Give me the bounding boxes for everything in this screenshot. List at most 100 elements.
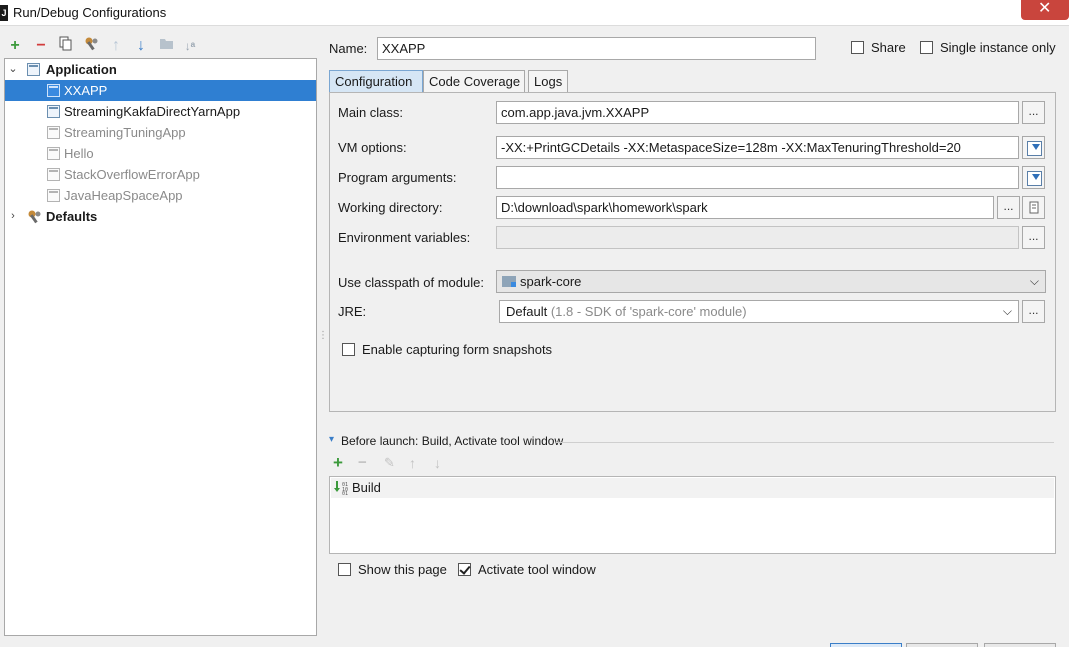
before-launch-toolbar: + − ✎ ↑ ↓ [333,453,463,475]
jre-select[interactable]: Default (1.8 - SDK of 'spark-core' modul… [499,300,1019,323]
show-page-checkbox[interactable] [338,563,351,576]
before-launch-task-list: 01 10 01 Build [329,476,1056,554]
working-directory-label: Working directory: [338,200,443,215]
working-directory-macro-button[interactable] [1022,196,1045,219]
tree-item-label: StreamingTuningApp [64,125,186,140]
ok-button[interactable] [830,643,902,647]
window-title: Run/Debug Configurations [13,5,167,20]
enable-snapshots-label: Enable capturing form snapshots [362,342,553,357]
chevron-right-icon[interactable]: › [7,206,19,227]
task-label: Build [352,480,381,495]
chevron-down-icon: ⌵ [1002,304,1012,318]
single-instance-label: Single instance only [940,40,1056,55]
activate-tool-window-checkbox[interactable] [458,563,471,576]
cancel-button[interactable] [906,643,978,647]
run-config-icon [47,189,60,202]
tree-item-label: Hello [64,146,94,161]
single-instance-checkbox[interactable] [920,41,933,54]
add-configuration-button[interactable]: + [5,36,25,56]
app-icon: J [0,5,8,21]
tree-item-stackoverflowerrorapp[interactable]: StackOverflowErrorApp [5,164,316,185]
jre-label: JRE: [338,304,367,319]
application-icon [27,63,40,76]
close-button[interactable]: ✕ [1021,0,1069,20]
close-icon: ✕ [1038,0,1052,17]
tree-node-label: Application [46,62,117,77]
vm-options-expand-button[interactable] [1022,136,1045,159]
remove-configuration-button[interactable]: − [31,36,51,56]
move-down-button[interactable]: ↓ [131,36,151,56]
chevron-down-icon: ⌵ [1029,274,1039,288]
run-config-icon [47,126,60,139]
remove-task-button[interactable]: − [358,454,367,471]
enable-snapshots-checkbox[interactable] [342,343,355,356]
environment-variables-label: Environment variables: [338,230,471,245]
program-arguments-label: Program arguments: [338,170,457,185]
before-launch-title: Before launch: Build, Activate tool wind… [341,434,564,448]
working-directory-browse-button[interactable]: ... [997,196,1020,219]
tree-item-label: XXAPP [64,83,108,98]
document-icon [1029,201,1038,214]
activate-tool-window-label: Activate tool window [478,562,596,577]
module-folder-icon [502,276,516,287]
tab-code-coverage[interactable]: Code Coverage [423,70,525,93]
tree-item-label: StackOverflowErrorApp [64,167,200,182]
tree-item-hello[interactable]: Hello [5,143,316,164]
jre-browse-button[interactable]: ... [1022,300,1045,323]
tree-node-application[interactable]: ⌄ Application [5,59,316,80]
main-class-field[interactable]: com.app.java.jvm.XXAPP [496,101,1019,124]
name-label: Name: [329,41,368,56]
chevron-down-icon[interactable]: ⌄ [7,59,19,80]
run-config-icon [47,105,60,118]
vm-options-field[interactable]: -XX:+PrintGCDetails -XX:MetaspaceSize=12… [496,136,1019,159]
tree-item-label: StreamingKakfaDirectYarnApp [64,104,241,119]
run-config-icon [47,84,60,97]
edit-task-button[interactable]: ✎ [384,455,395,471]
vm-options-label: VM options: [338,140,407,155]
move-up-button[interactable]: ↑ [106,36,126,56]
environment-variables-browse-button[interactable]: ... [1022,226,1045,249]
configuration-tree: ⌄ Application XXAPP StreamingKakfaDirect… [4,58,317,636]
splitter-handle[interactable]: ⋮ [318,330,328,341]
share-label: Share [871,40,906,55]
tab-configuration[interactable]: Configuration [329,70,423,93]
add-task-button[interactable]: + [333,453,343,473]
copy-icon [59,36,72,51]
svg-text:01: 01 [342,491,348,495]
jre-detail: (1.8 - SDK of 'spark-core' module) [550,304,747,319]
wrench-icon [85,37,98,51]
move-task-up-button[interactable]: ↑ [409,455,416,471]
working-directory-field[interactable]: D:\download\spark\homework\spark [496,196,994,219]
tree-item-streamingkakfadirectyarnapp[interactable]: StreamingKakfaDirectYarnApp [5,101,316,122]
copy-configuration-button[interactable] [56,36,76,56]
program-arguments-expand-button[interactable] [1022,166,1045,189]
tree-node-defaults[interactable]: › Defaults [5,206,316,227]
tree-item-label: JavaHeapSpaceApp [64,188,183,203]
move-task-down-button[interactable]: ↓ [434,455,441,471]
title-bar: J Run/Debug Configurations ✕ [0,0,1069,26]
wrench-icon [28,210,41,224]
apply-button[interactable] [984,643,1056,647]
tab-logs[interactable]: Logs [528,70,568,93]
folder-icon [159,39,173,49]
classpath-module-value: spark-core [520,274,582,289]
program-arguments-field[interactable] [496,166,1019,189]
collapse-toggle-icon[interactable]: ▾ [329,434,334,445]
tree-item-streamingtuningapp[interactable]: StreamingTuningApp [5,122,316,143]
folder-button[interactable] [156,36,176,56]
tree-item-javaheapspaceapp[interactable]: JavaHeapSpaceApp [5,185,316,206]
show-page-label: Show this page [358,562,447,577]
run-config-icon [47,147,60,160]
main-class-browse-button[interactable]: ... [1022,101,1045,124]
jre-value: Default [506,304,548,319]
name-field[interactable]: XXAPP [377,37,816,60]
classpath-module-select[interactable]: spark-core ⌵ [496,270,1046,293]
list-item[interactable]: 01 10 01 Build [331,478,1054,498]
main-class-label: Main class: [338,105,404,120]
sort-button[interactable]: ↓ᵃ [180,36,200,56]
edit-defaults-button[interactable] [82,36,102,56]
environment-variables-field[interactable] [496,226,1019,249]
section-divider [556,442,1054,443]
share-checkbox[interactable] [851,41,864,54]
tree-item-xxapp[interactable]: XXAPP [5,80,316,101]
